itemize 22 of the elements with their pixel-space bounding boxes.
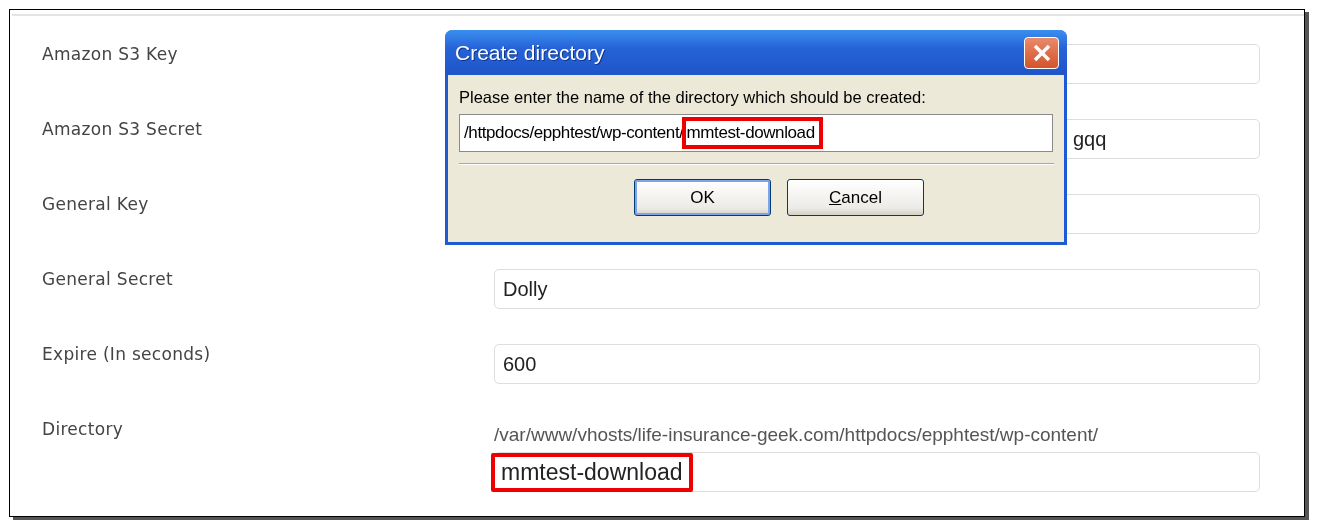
path-prefix: /var/www/vhosts/life-insurance-geek.com/httpdocs/epphtest/wp-content/ (494, 424, 1100, 447)
close-button[interactable] (1024, 36, 1059, 69)
field-label: General Key (42, 193, 149, 214)
field-label: Amazon S3 Secret (42, 118, 203, 139)
input-field[interactable]: /httpdocs/epphtest/wp-content/ mmtest-download (459, 114, 1053, 152)
field-label: Directory (42, 418, 124, 439)
field-label: Expire (In seconds) (42, 343, 211, 364)
input-field[interactable]: Dolly (494, 269, 1260, 309)
field-value: 600 (503, 352, 537, 376)
input-field[interactable]: 600 (494, 344, 1260, 384)
field-value: gqq (1073, 127, 1107, 151)
field-value: Dolly (503, 277, 548, 301)
highlight-box: mmtest-download (681, 117, 823, 149)
input-field[interactable]: mmtest-download (494, 452, 1260, 492)
highlight-box: mmtest-download (491, 452, 693, 492)
dialog-button[interactable]: OK (634, 179, 771, 216)
close-icon (1031, 42, 1052, 63)
field-label: Amazon S3 Key (42, 43, 178, 64)
dialog-title: Create directory (455, 40, 605, 65)
field-label: General Secret (42, 268, 173, 289)
dialog-button[interactable]: Cancel (787, 179, 924, 216)
dialog-prompt: Please enter the name of the directory which should be created: (459, 88, 927, 107)
